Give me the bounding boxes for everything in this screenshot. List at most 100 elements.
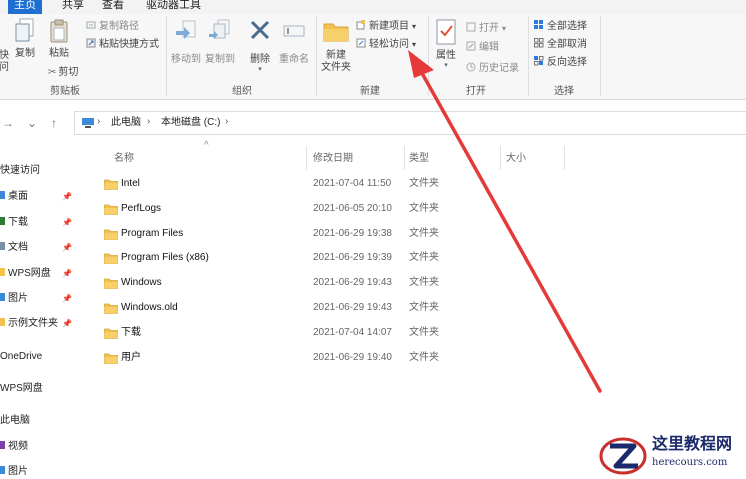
up-button[interactable]: ↑: [46, 115, 62, 131]
file-row[interactable]: 用户 2021-06-29 19:40 文件夹: [100, 346, 560, 370]
watermark-url: herecours.com: [652, 457, 728, 468]
sidebar-item-label: 桌面: [8, 191, 28, 202]
sidebar-item-downloads[interactable]: 下载 📌: [0, 215, 72, 231]
properties-button[interactable]: 属性 ▾: [432, 18, 460, 70]
file-date: 2021-06-29 19:40: [313, 352, 392, 363]
tab-share[interactable]: 共享: [56, 0, 90, 14]
file-row[interactable]: Windows 2021-06-29 19:43 文件夹: [100, 271, 560, 295]
ribbon: 快 问 复制 粘贴 复制路径 粘贴快捷方式 ✂ 剪切 剪贴板 移动到 复制到 删…: [0, 14, 746, 100]
file-row[interactable]: Intel 2021-07-04 11:50 文件夹: [100, 172, 560, 196]
sidebar-item-desktop[interactable]: 桌面 📌: [0, 189, 72, 205]
history-button[interactable]: 历史记录: [466, 62, 519, 76]
column-header-date[interactable]: 修改日期: [313, 152, 353, 166]
group-divider: [166, 16, 167, 96]
pin-quick-access-label2: 问: [0, 62, 9, 73]
file-row[interactable]: PerfLogs 2021-06-05 20:10 文件夹: [100, 197, 560, 221]
select-all-button[interactable]: 全部选择: [534, 20, 587, 34]
invert-selection-button[interactable]: 反向选择: [534, 56, 587, 70]
folder-icon: [104, 303, 118, 314]
copy-button[interactable]: 复制: [12, 18, 38, 60]
sidebar-item-pictures[interactable]: 图片 📌: [0, 291, 72, 307]
forward-button[interactable]: →: [0, 115, 16, 131]
file-row[interactable]: Windows.old 2021-06-29 19:43 文件夹: [100, 296, 560, 320]
video-icon: [0, 441, 5, 449]
address-bar[interactable]: › 此电脑 › 本地磁盘 (C:) ›: [74, 111, 746, 135]
copy-to-button[interactable]: 复制到: [204, 18, 236, 66]
open-label: 打开: [479, 23, 499, 34]
desktop-icon: [0, 191, 5, 199]
paste-shortcut-button[interactable]: 粘贴快捷方式: [86, 38, 159, 52]
delete-label: 删除: [250, 54, 270, 65]
sidebar-item-label: OneDrive: [0, 351, 43, 362]
copy-path-button[interactable]: 复制路径: [86, 20, 139, 34]
column-divider[interactable]: [500, 146, 501, 170]
pin-quick-access-button[interactable]: 快 问: [0, 50, 10, 74]
file-row[interactable]: Program Files (x86) 2021-06-29 19:39 文件夹: [100, 246, 560, 270]
tab-drive-tools[interactable]: 驱动器工具: [140, 0, 207, 14]
cut-button[interactable]: ✂ 剪切: [48, 66, 78, 80]
file-row[interactable]: Program Files 2021-06-29 19:38 文件夹: [100, 222, 560, 246]
new-folder-button[interactable]: 新建 文件夹: [318, 18, 354, 74]
file-type: 文件夹: [409, 178, 439, 189]
column-header-type[interactable]: 类型: [409, 152, 429, 166]
sidebar-item-wps-cloud[interactable]: WPS网盘: [0, 381, 43, 397]
select-none-button[interactable]: 全部取消: [534, 38, 587, 52]
watermark-logo: 这里教程网 herecours.com: [598, 432, 746, 479]
sidebar-item-documents[interactable]: 文档 📌: [0, 240, 72, 256]
rename-button[interactable]: 重命名: [278, 18, 310, 66]
history-icon: [466, 62, 476, 72]
breadcrumb-local-disk[interactable]: 本地磁盘 (C:): [161, 117, 220, 129]
paste-button[interactable]: 粘贴: [44, 18, 74, 60]
sidebar-item-onedrive[interactable]: OneDrive: [0, 349, 42, 365]
file-name: Intel: [121, 178, 140, 189]
pin-icon: 📌: [62, 192, 72, 201]
pin-icon: 📌: [62, 243, 72, 252]
folder-icon: [104, 204, 118, 215]
sidebar-item-label: 快速访问: [0, 165, 40, 176]
edit-button[interactable]: 编辑: [466, 41, 499, 55]
delete-button[interactable]: 删除 ▾: [246, 18, 274, 74]
easy-access-button[interactable]: 轻松访问 ▾: [356, 38, 416, 52]
sidebar-item-sample-folder[interactable]: 示例文件夹 📌: [0, 316, 72, 332]
breadcrumb-this-pc[interactable]: 此电脑: [111, 117, 141, 129]
file-name: Windows: [121, 277, 162, 288]
file-row[interactable]: 下载 2021-07-04 14:07 文件夹: [100, 321, 560, 345]
sidebar-item-label: 图片: [8, 293, 28, 304]
sidebar-item-videos[interactable]: 视频: [0, 439, 28, 455]
tab-view[interactable]: 查看: [96, 0, 130, 14]
sidebar-item-pictures-pc[interactable]: 图片: [0, 464, 28, 479]
paste-shortcut-label: 粘贴快捷方式: [99, 39, 159, 50]
invert-selection-label: 反向选择: [547, 57, 587, 68]
group-divider: [600, 16, 601, 96]
file-name: PerfLogs: [121, 203, 162, 214]
move-to-button[interactable]: 移动到: [170, 18, 202, 66]
sidebar-item-label: 示例文件夹: [8, 318, 58, 329]
column-divider[interactable]: [306, 146, 307, 170]
tab-home[interactable]: 主页: [8, 0, 42, 14]
folder-icon: [104, 353, 118, 364]
rename-label: 重命名: [279, 54, 309, 65]
sidebar-item-this-pc[interactable]: 此电脑: [0, 413, 30, 429]
select-group-label: 选择: [554, 86, 574, 97]
recent-locations-button[interactable]: ⌄: [24, 115, 40, 131]
file-date: 2021-07-04 11:50: [313, 178, 392, 189]
new-item-label: 新建项目: [369, 21, 409, 32]
column-divider[interactable]: [564, 146, 565, 170]
column-header-name[interactable]: 名称: [114, 152, 134, 166]
copy-icon: [15, 18, 34, 42]
sidebar-item-wps-drive[interactable]: WPS网盘 📌: [0, 266, 72, 282]
file-date: 2021-06-29 19:39: [313, 252, 392, 263]
sort-indicator-icon: ^: [204, 140, 209, 151]
file-name: 下载: [121, 327, 141, 338]
file-type: 文件夹: [409, 302, 439, 313]
column-divider[interactable]: [404, 146, 405, 170]
folder-icon: [104, 278, 118, 289]
paste-shortcut-icon: [86, 38, 96, 48]
select-none-icon: [534, 38, 544, 48]
file-type: 文件夹: [409, 252, 439, 263]
breadcrumb-separator: ›: [97, 116, 101, 127]
open-button[interactable]: 打开 ▾: [466, 22, 506, 36]
new-item-button[interactable]: 新建项目 ▾: [356, 20, 416, 34]
column-header-size[interactable]: 大小: [506, 152, 526, 166]
sidebar-item-quick-access[interactable]: 快速访问: [0, 163, 40, 179]
